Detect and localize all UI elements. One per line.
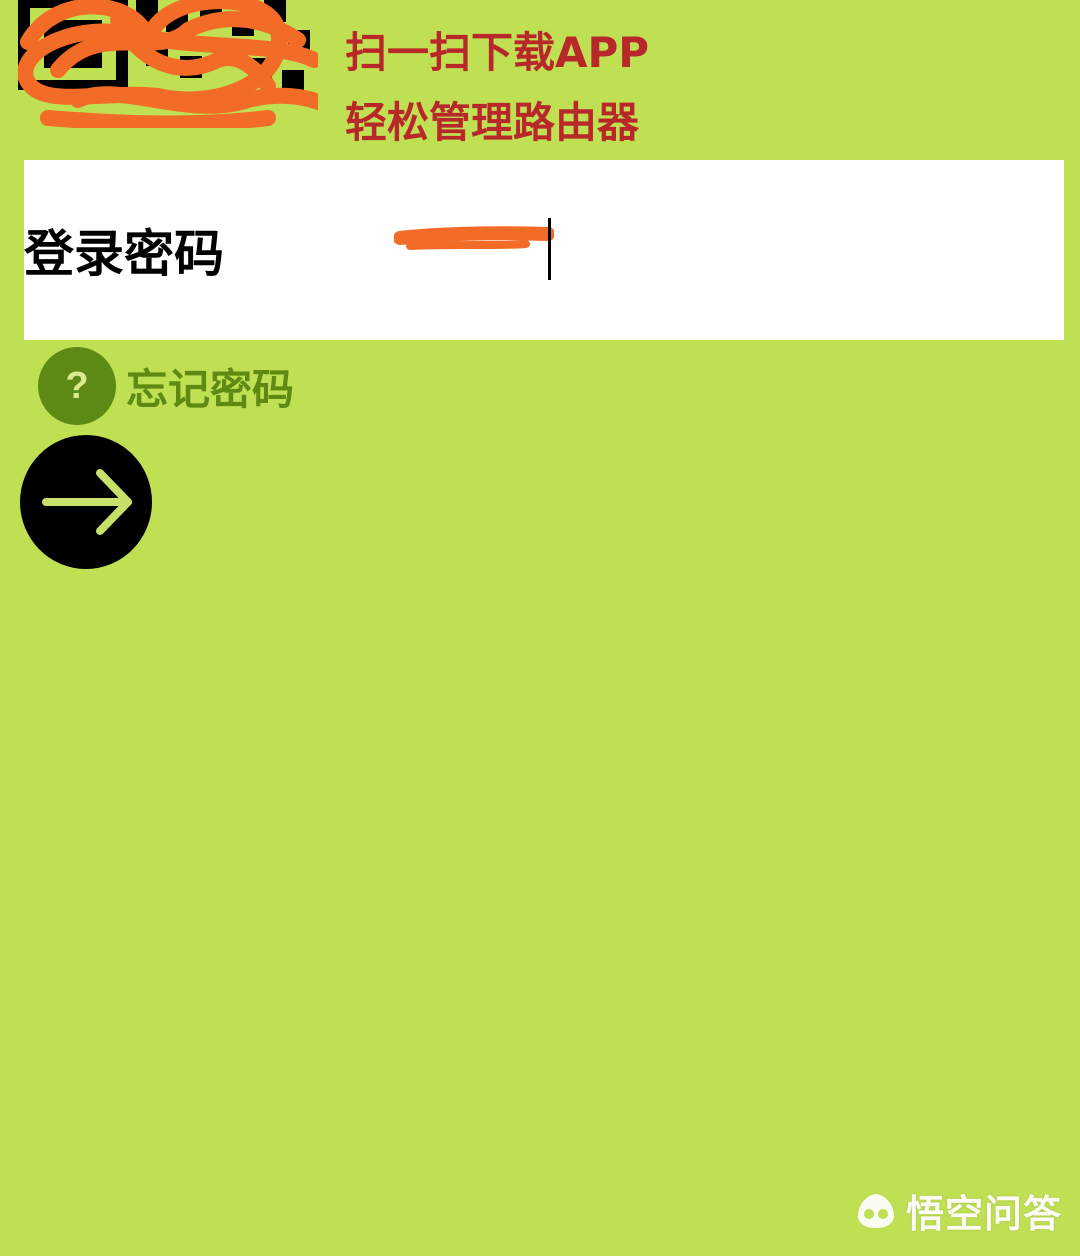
forgot-password-link[interactable]: ? 忘记密码 [38, 346, 294, 426]
password-label: 登录密码 [24, 225, 224, 283]
promo-line-1: 扫一扫下载APP [345, 28, 650, 77]
watermark-text: 悟空问答 [905, 1192, 1062, 1236]
login-password-row: 登录密码 [24, 160, 1064, 340]
wukong-logo-icon [857, 1193, 894, 1228]
qr-code-icon [17, 0, 336, 132]
login-submit-button[interactable] [20, 435, 152, 569]
arrow-right-icon [42, 469, 132, 535]
password-scribble [394, 226, 554, 250]
text-cursor [548, 218, 551, 280]
qr-code [17, 0, 336, 132]
promo-line-2: 轻松管理路由器 [345, 98, 640, 147]
question-icon: ? [38, 347, 116, 425]
watermark: 悟空问答 [852, 1183, 1062, 1238]
forgot-password-label: 忘记密码 [126, 364, 295, 414]
promo-text: 扫一扫下载APP 轻松管理路由器 [345, 18, 649, 158]
